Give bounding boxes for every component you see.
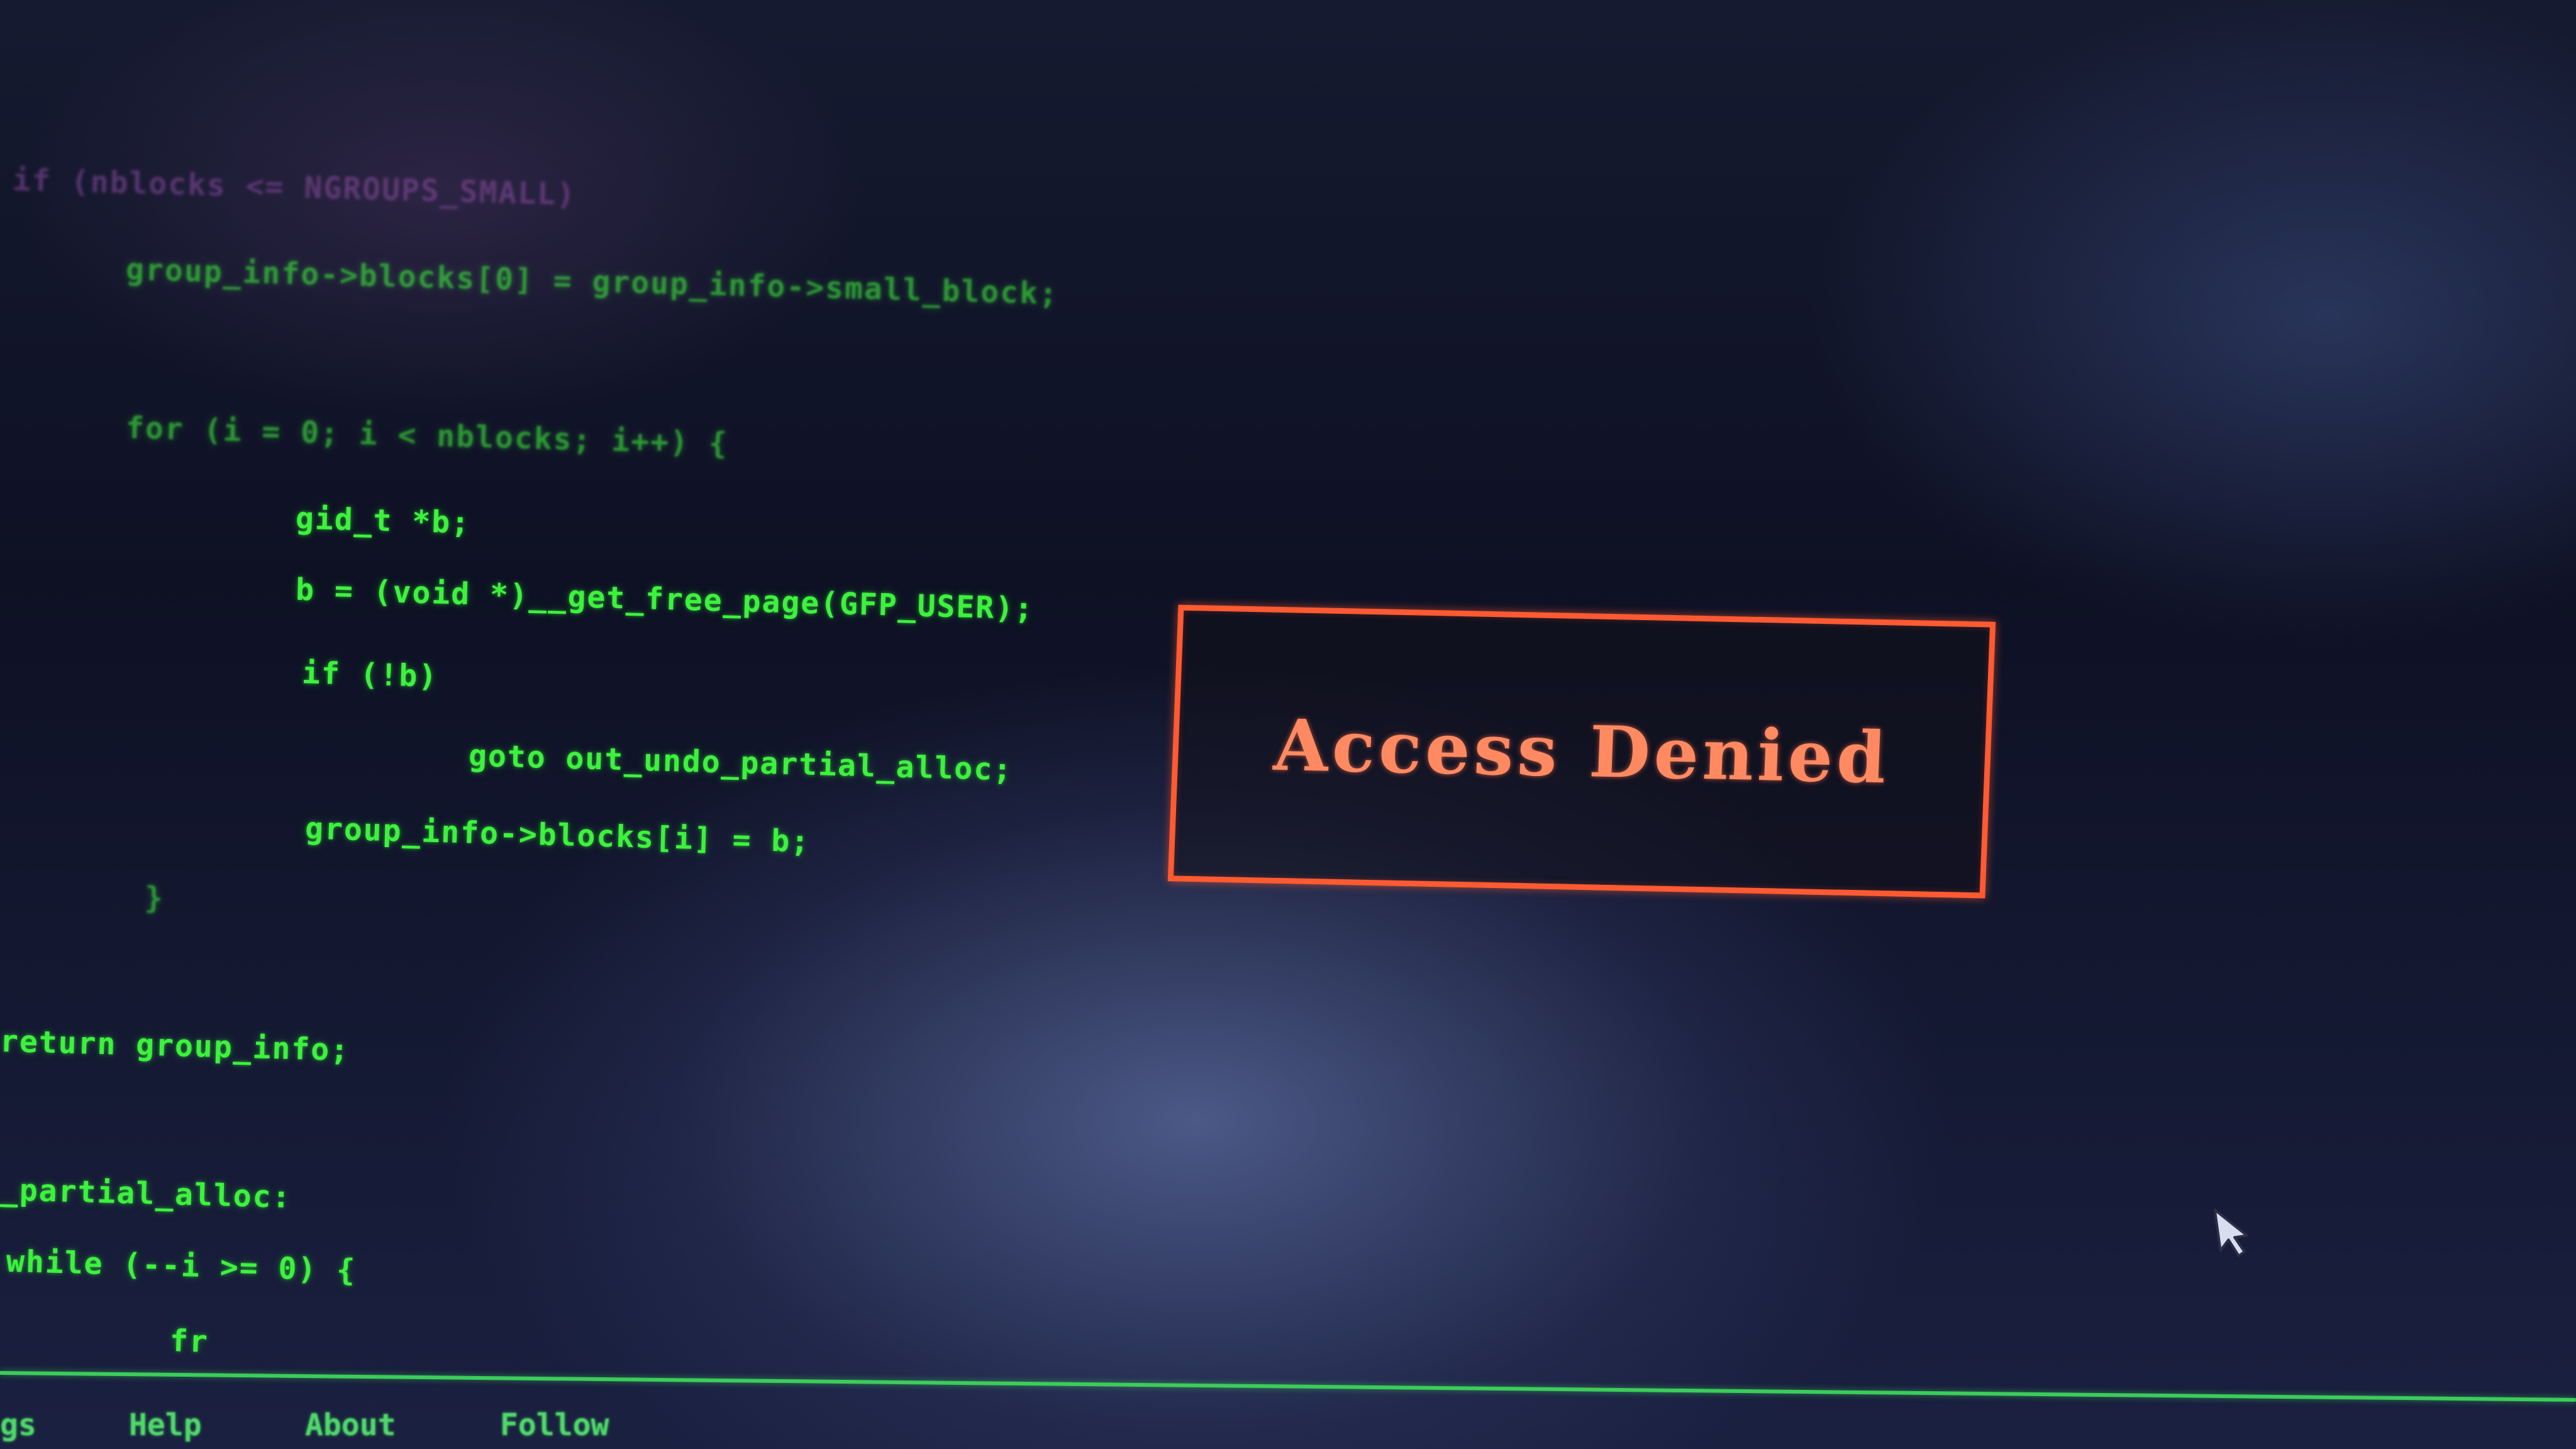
mouse-pointer-icon: [2213, 1208, 2248, 1257]
bottom-menu-bar: gs Help About Follow: [0, 1407, 2576, 1449]
terminal-screen: if (nblocks <= NGROUPS_SMALL) group_info…: [0, 0, 2576, 1449]
code-line: for (i = 0; i < nblocks; i++) {: [125, 410, 729, 462]
menu-item-gs[interactable]: gs: [0, 1407, 36, 1443]
code-line: group_info->blocks[i] = b;: [304, 811, 811, 860]
menu-item-about[interactable]: About: [305, 1407, 396, 1443]
code-line: }: [144, 880, 165, 916]
status-divider: [0, 1371, 2576, 1402]
code-line: b = (void *)__get_free_page(GFP_USER);: [295, 572, 1035, 627]
code-line: goto out_undo_partial_alloc;: [468, 738, 1013, 788]
access-denied-dialog: Access Denied: [1167, 604, 1996, 899]
code-line: fr: [169, 1323, 209, 1360]
code-line: gid_t *b;: [295, 501, 471, 541]
code-line: if (nblocks <= NGROUPS_SMALL): [12, 162, 577, 213]
code-line: return group_info;: [0, 1023, 350, 1069]
menu-item-help[interactable]: Help: [129, 1407, 202, 1443]
code-line: if (!b): [301, 655, 438, 694]
code-line: _partial_alloc:: [0, 1172, 292, 1216]
menu-item-follow[interactable]: Follow: [500, 1407, 609, 1443]
code-line: while (--i >= 0) {: [6, 1243, 357, 1289]
access-denied-message: Access Denied: [1272, 704, 1892, 799]
code-line: group_info->blocks[0] = group_info->smal…: [125, 252, 1059, 312]
